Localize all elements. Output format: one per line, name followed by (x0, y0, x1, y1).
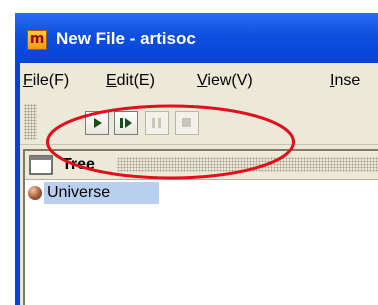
sphere-icon (28, 186, 42, 200)
pause-button[interactable] (145, 111, 169, 135)
menu-edit[interactable]: Edit(E) (106, 63, 155, 99)
pause-icon (152, 118, 161, 128)
step-icon (120, 118, 132, 128)
menu-view-mnemonic: V (197, 72, 208, 89)
app-icon: m (27, 30, 47, 50)
menu-view[interactable]: View(V) (197, 63, 253, 99)
run-button[interactable] (85, 111, 109, 135)
menu-bar: File(F) Edit(E) View(V) Inse (20, 63, 378, 99)
tree-node-label: Universe (47, 184, 111, 201)
tree-panel: Tree Universe (23, 149, 378, 305)
tree-node-selection: Universe (44, 182, 159, 204)
menu-file[interactable]: File(F) (23, 63, 69, 99)
step-button[interactable] (114, 111, 138, 135)
menu-file-label: ile(F) (32, 72, 70, 89)
title-bar[interactable]: m New File - artisoc (15, 13, 378, 63)
menu-edit-mnemonic: E (106, 72, 117, 89)
menu-insert[interactable]: Inse (330, 63, 360, 99)
stop-icon (182, 118, 191, 127)
menu-view-label: iew(V) (207, 72, 253, 89)
menu-file-mnemonic: F (23, 72, 33, 89)
tree-panel-title: Tree (62, 156, 95, 173)
tree-node-universe[interactable]: Universe (25, 182, 161, 206)
app-window: m New File - artisoc File(F) Edit(E) Vie… (15, 13, 378, 305)
menu-insert-label: nse (334, 72, 361, 89)
window-title: New File - artisoc (56, 29, 196, 48)
tree-panel-grip (117, 157, 378, 172)
tree-panel-header[interactable]: Tree (25, 151, 378, 180)
window-icon (29, 155, 53, 175)
toolbar-grip[interactable] (24, 104, 37, 140)
client-area: File(F) Edit(E) View(V) Inse Tree Univer… (20, 63, 378, 305)
toolbar (20, 100, 378, 145)
play-icon (94, 118, 102, 128)
stop-button[interactable] (175, 111, 199, 135)
menu-edit-label: dit(E) (116, 72, 155, 89)
